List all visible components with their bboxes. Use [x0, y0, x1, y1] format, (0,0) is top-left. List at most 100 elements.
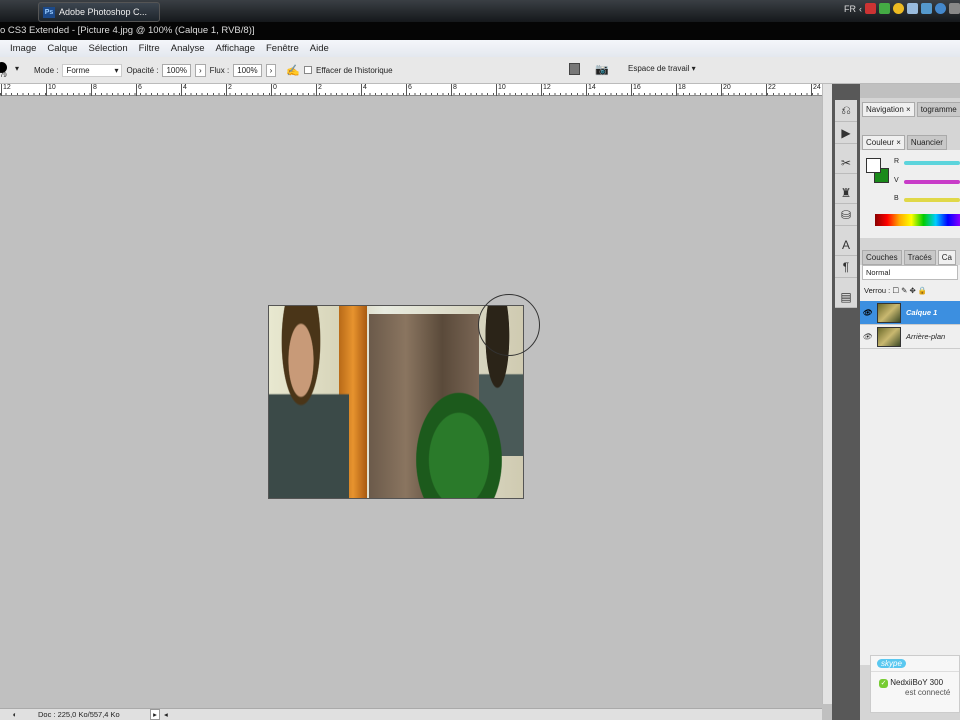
color-tabs: Couleur × Nuancier [860, 131, 960, 150]
tray-expand-icon[interactable]: ‹ [859, 4, 862, 14]
ruler-label: 12 [1, 84, 11, 96]
brushes-icon[interactable]: ♜ [835, 182, 857, 204]
tray-icon[interactable] [865, 3, 876, 14]
tray-icon[interactable] [907, 3, 918, 14]
ruler-label: 12 [541, 84, 551, 96]
photoshop-icon: Ps [43, 6, 55, 18]
menu-analyse[interactable]: Analyse [171, 40, 205, 57]
erase-history-checkbox[interactable] [304, 66, 313, 74]
tab-navigation[interactable]: Navigation × [862, 102, 915, 117]
color-panel: R V B [860, 150, 960, 238]
layer-thumbnail [877, 302, 901, 323]
skype-notification[interactable]: skype ✓ NedxiiBoY 300 est connecté [870, 655, 960, 713]
layer-thumbnail [877, 326, 901, 347]
layer-row[interactable]: 👁 Calque 1 [860, 301, 960, 325]
ruler-label: 4 [181, 84, 187, 96]
ruler-label: 4 [361, 84, 367, 96]
brush-icon [0, 62, 7, 73]
tray-icon[interactable] [949, 3, 960, 14]
blue-slider[interactable] [904, 198, 960, 202]
airbrush-icon[interactable]: ✍ [286, 64, 300, 77]
brush-cursor [478, 294, 540, 356]
layers-panel: Normal Verrou : ☐ ✎ ✥ 🔒 👁 Calque 1 👁 Arriè… [860, 265, 960, 665]
eye-icon[interactable]: 👁 [860, 332, 874, 341]
red-slider[interactable] [904, 161, 960, 165]
tray-icon[interactable] [935, 3, 946, 14]
ruler-label: 14 [586, 84, 596, 96]
collapsed-panels: ⎌ ▶ ✂ ♜ ⛁ A ¶ ▤ [835, 100, 857, 308]
ruler-label: 16 [631, 84, 641, 96]
opacity-slider-button[interactable]: › [194, 63, 206, 77]
brush-preset-picker[interactable]: 79 ▾ [0, 58, 24, 82]
ruler-label: 6 [406, 84, 412, 96]
ruler-label: 24 [811, 84, 821, 96]
ruler-label: 18 [676, 84, 686, 96]
foreground-color-swatch[interactable] [866, 158, 881, 173]
green-slider[interactable] [904, 180, 960, 184]
menu-filtre[interactable]: Filtre [139, 40, 160, 57]
actions-icon[interactable]: ▶ [835, 122, 857, 144]
workspace-menu[interactable]: Espace de travail ▾ [628, 64, 696, 73]
ruler-label: 22 [766, 84, 776, 96]
character-icon[interactable]: A [835, 234, 857, 256]
ruler-label: 10 [46, 84, 56, 96]
menu-selection[interactable]: Sélection [89, 40, 128, 57]
tab-calques[interactable]: Ca [937, 250, 956, 265]
palette-well-icon[interactable] [569, 63, 580, 75]
paragraph-icon[interactable]: ¶ [835, 256, 857, 278]
ruler-label: 2 [316, 84, 322, 96]
ruler-label: 2 [226, 84, 232, 96]
panels-column: Navigation × togramme Couleur × Nuancier… [860, 98, 960, 720]
system-tray: FR ‹ [844, 3, 960, 14]
tab-couleur[interactable]: Couleur × [862, 135, 905, 150]
layers-tabs: Couches Tracés Ca [860, 246, 960, 265]
language-indicator[interactable]: FR [844, 4, 856, 14]
flux-input[interactable]: 100% [233, 63, 262, 77]
taskbar: Ps Adobe Photoshop C... FR ‹ [0, 0, 960, 22]
lock-icons[interactable]: ☐ ✎ ✥ 🔒 [892, 286, 927, 295]
skype-logo: skype [877, 659, 906, 668]
menu-aide[interactable]: Aide [310, 40, 329, 57]
status-menu-arrow[interactable]: ▸ [150, 709, 160, 720]
network-icon[interactable] [921, 3, 932, 14]
ruler-label: 8 [451, 84, 457, 96]
tab-histogram[interactable]: togramme [916, 102, 960, 117]
ruler-label: 10 [496, 84, 506, 96]
ruler-label: 20 [721, 84, 731, 96]
navigation-tabs: Navigation × togramme [860, 98, 960, 117]
menu-bar: Image Calque Sélection Filtre Analyse Af… [0, 40, 960, 57]
color-spectrum[interactable] [875, 214, 960, 226]
status-icon: ◐ [12, 710, 18, 719]
horizontal-scroll-left[interactable]: ◂ [160, 710, 168, 719]
menu-fenetre[interactable]: Fenêtre [266, 40, 299, 57]
eye-icon[interactable]: 👁 [860, 308, 874, 317]
layer-comps-icon[interactable]: ▤ [835, 286, 857, 308]
opacity-input[interactable]: 100% [162, 63, 191, 77]
tool-presets-icon[interactable]: ✂ [835, 152, 857, 174]
tray-icon[interactable] [879, 3, 890, 14]
menu-image[interactable]: Image [10, 40, 36, 57]
clone-source-icon[interactable]: ⛁ [835, 204, 857, 226]
tab-nuancier[interactable]: Nuancier [906, 135, 947, 150]
horizontal-ruler: 12 10 8 6 4 2 0 2 4 6 8 10 12 14 16 18 20 22 24 [0, 84, 822, 96]
options-bar: 79 ▾ Mode : Forme ▾ Opacité : 100% › Flux … [0, 57, 960, 84]
ruler-label: 8 [91, 84, 97, 96]
chevron-down-icon: ▾ [15, 64, 20, 73]
mode-select[interactable]: Forme ▾ [62, 63, 123, 77]
tray-icon[interactable] [893, 3, 904, 14]
status-bar: ◐ Doc : 225,0 Ko/557,4 Ko ▸ ◂ [0, 708, 822, 720]
window-title: o CS3 Extended - [Picture 4.jpg @ 100% (… [0, 22, 960, 40]
blend-mode-select[interactable]: Normal [862, 265, 958, 280]
layer-row[interactable]: 👁 Arrière-plan [860, 325, 960, 349]
tab-couches[interactable]: Couches [862, 250, 902, 265]
bridge-icon[interactable]: 📷 [595, 63, 609, 76]
ruler-label: 0 [271, 84, 277, 96]
online-status-icon: ✓ [879, 679, 888, 688]
flux-slider-button[interactable]: › [265, 63, 277, 77]
taskbar-photoshop-button[interactable]: Ps Adobe Photoshop C... [38, 2, 160, 22]
menu-affichage[interactable]: Affichage [216, 40, 255, 57]
vertical-scrollbar[interactable] [822, 84, 832, 704]
tab-traces[interactable]: Tracés [903, 250, 936, 265]
history-icon[interactable]: ⎌ [835, 100, 857, 122]
menu-calque[interactable]: Calque [47, 40, 77, 57]
